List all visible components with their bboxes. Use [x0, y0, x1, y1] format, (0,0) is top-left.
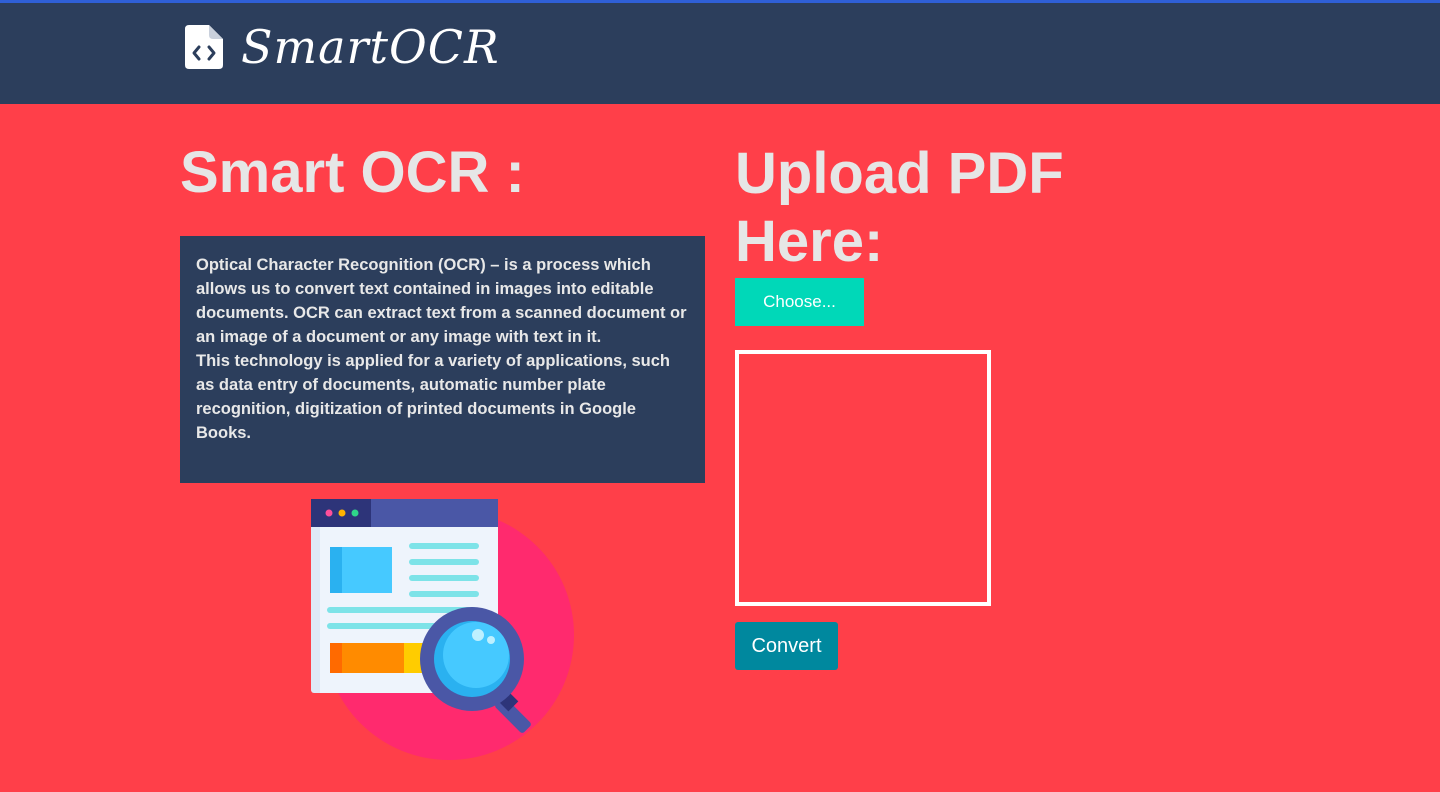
navbar: SmartOCR: [0, 3, 1440, 104]
description-paragraph-1: Optical Character Recognition (OCR) – is…: [196, 256, 687, 346]
brand-name: SmartOCR: [241, 20, 500, 74]
brand[interactable]: SmartOCR: [185, 19, 500, 75]
upload-title: Upload PDF Here:: [735, 141, 1064, 274]
document-magnifier-icon: [311, 499, 574, 760]
choose-file-button[interactable]: Choose...: [735, 278, 864, 326]
page-title: Smart OCR :: [180, 140, 525, 205]
file-code-icon: [185, 25, 223, 69]
upload-preview-box: [735, 350, 991, 606]
description-paragraph-2: This technology is applied for a variety…: [196, 352, 671, 442]
convert-button[interactable]: Convert: [735, 622, 838, 670]
description-box: Optical Character Recognition (OCR) – is…: [180, 236, 705, 483]
